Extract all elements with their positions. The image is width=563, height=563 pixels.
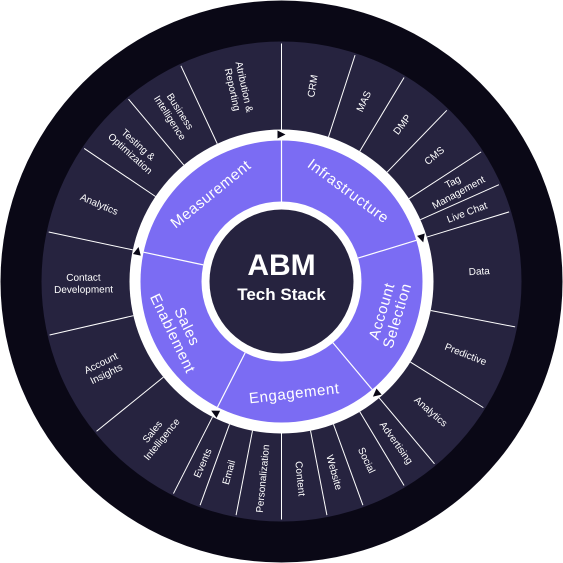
tool-label-data: Data [468,266,490,278]
abm-tech-stack-wheel: CRM MAS DMP CMS TagManagement Live Chat Infras… [0,0,563,563]
center-subtitle: Tech Stack [237,285,326,304]
center-title: ABM [247,249,315,282]
wheel-diagram: CRMMASDMPCMSTagManagementLive ChatInfras… [0,0,563,563]
